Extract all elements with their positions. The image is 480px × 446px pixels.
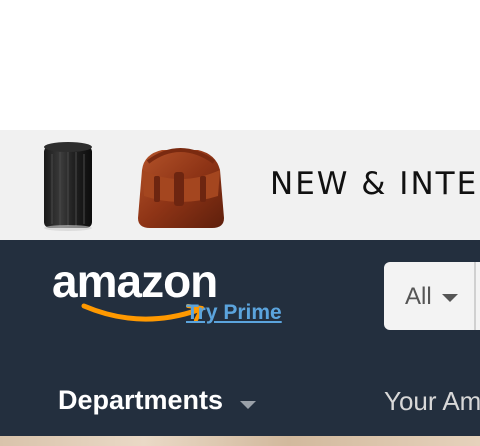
- content-background-strip: [0, 436, 480, 446]
- your-amazon-link[interactable]: Your Am: [384, 386, 480, 417]
- chevron-down-icon: [442, 294, 458, 302]
- departments-label: Departments: [58, 385, 224, 415]
- leather-satchel-product-image[interactable]: [132, 142, 228, 232]
- cylindrical-speaker-product-image[interactable]: [40, 140, 96, 232]
- amazon-logo[interactable]: amazon Try Prime: [52, 254, 302, 334]
- search-divider: [474, 262, 476, 330]
- top-blank-area: [0, 0, 480, 130]
- promo-headline[interactable]: NEW & INTE: [270, 166, 478, 202]
- search-category-dropdown[interactable]: All: [384, 262, 480, 330]
- nav-bar: amazon Try Prime All Departments Your Am: [0, 240, 480, 436]
- chevron-down-icon: [240, 401, 256, 409]
- try-prime-link[interactable]: Try Prime: [186, 301, 282, 325]
- search-category-value: All: [405, 283, 432, 310]
- departments-menu[interactable]: Departments: [58, 385, 256, 419]
- promo-banner[interactable]: NEW & INTE: [0, 130, 480, 240]
